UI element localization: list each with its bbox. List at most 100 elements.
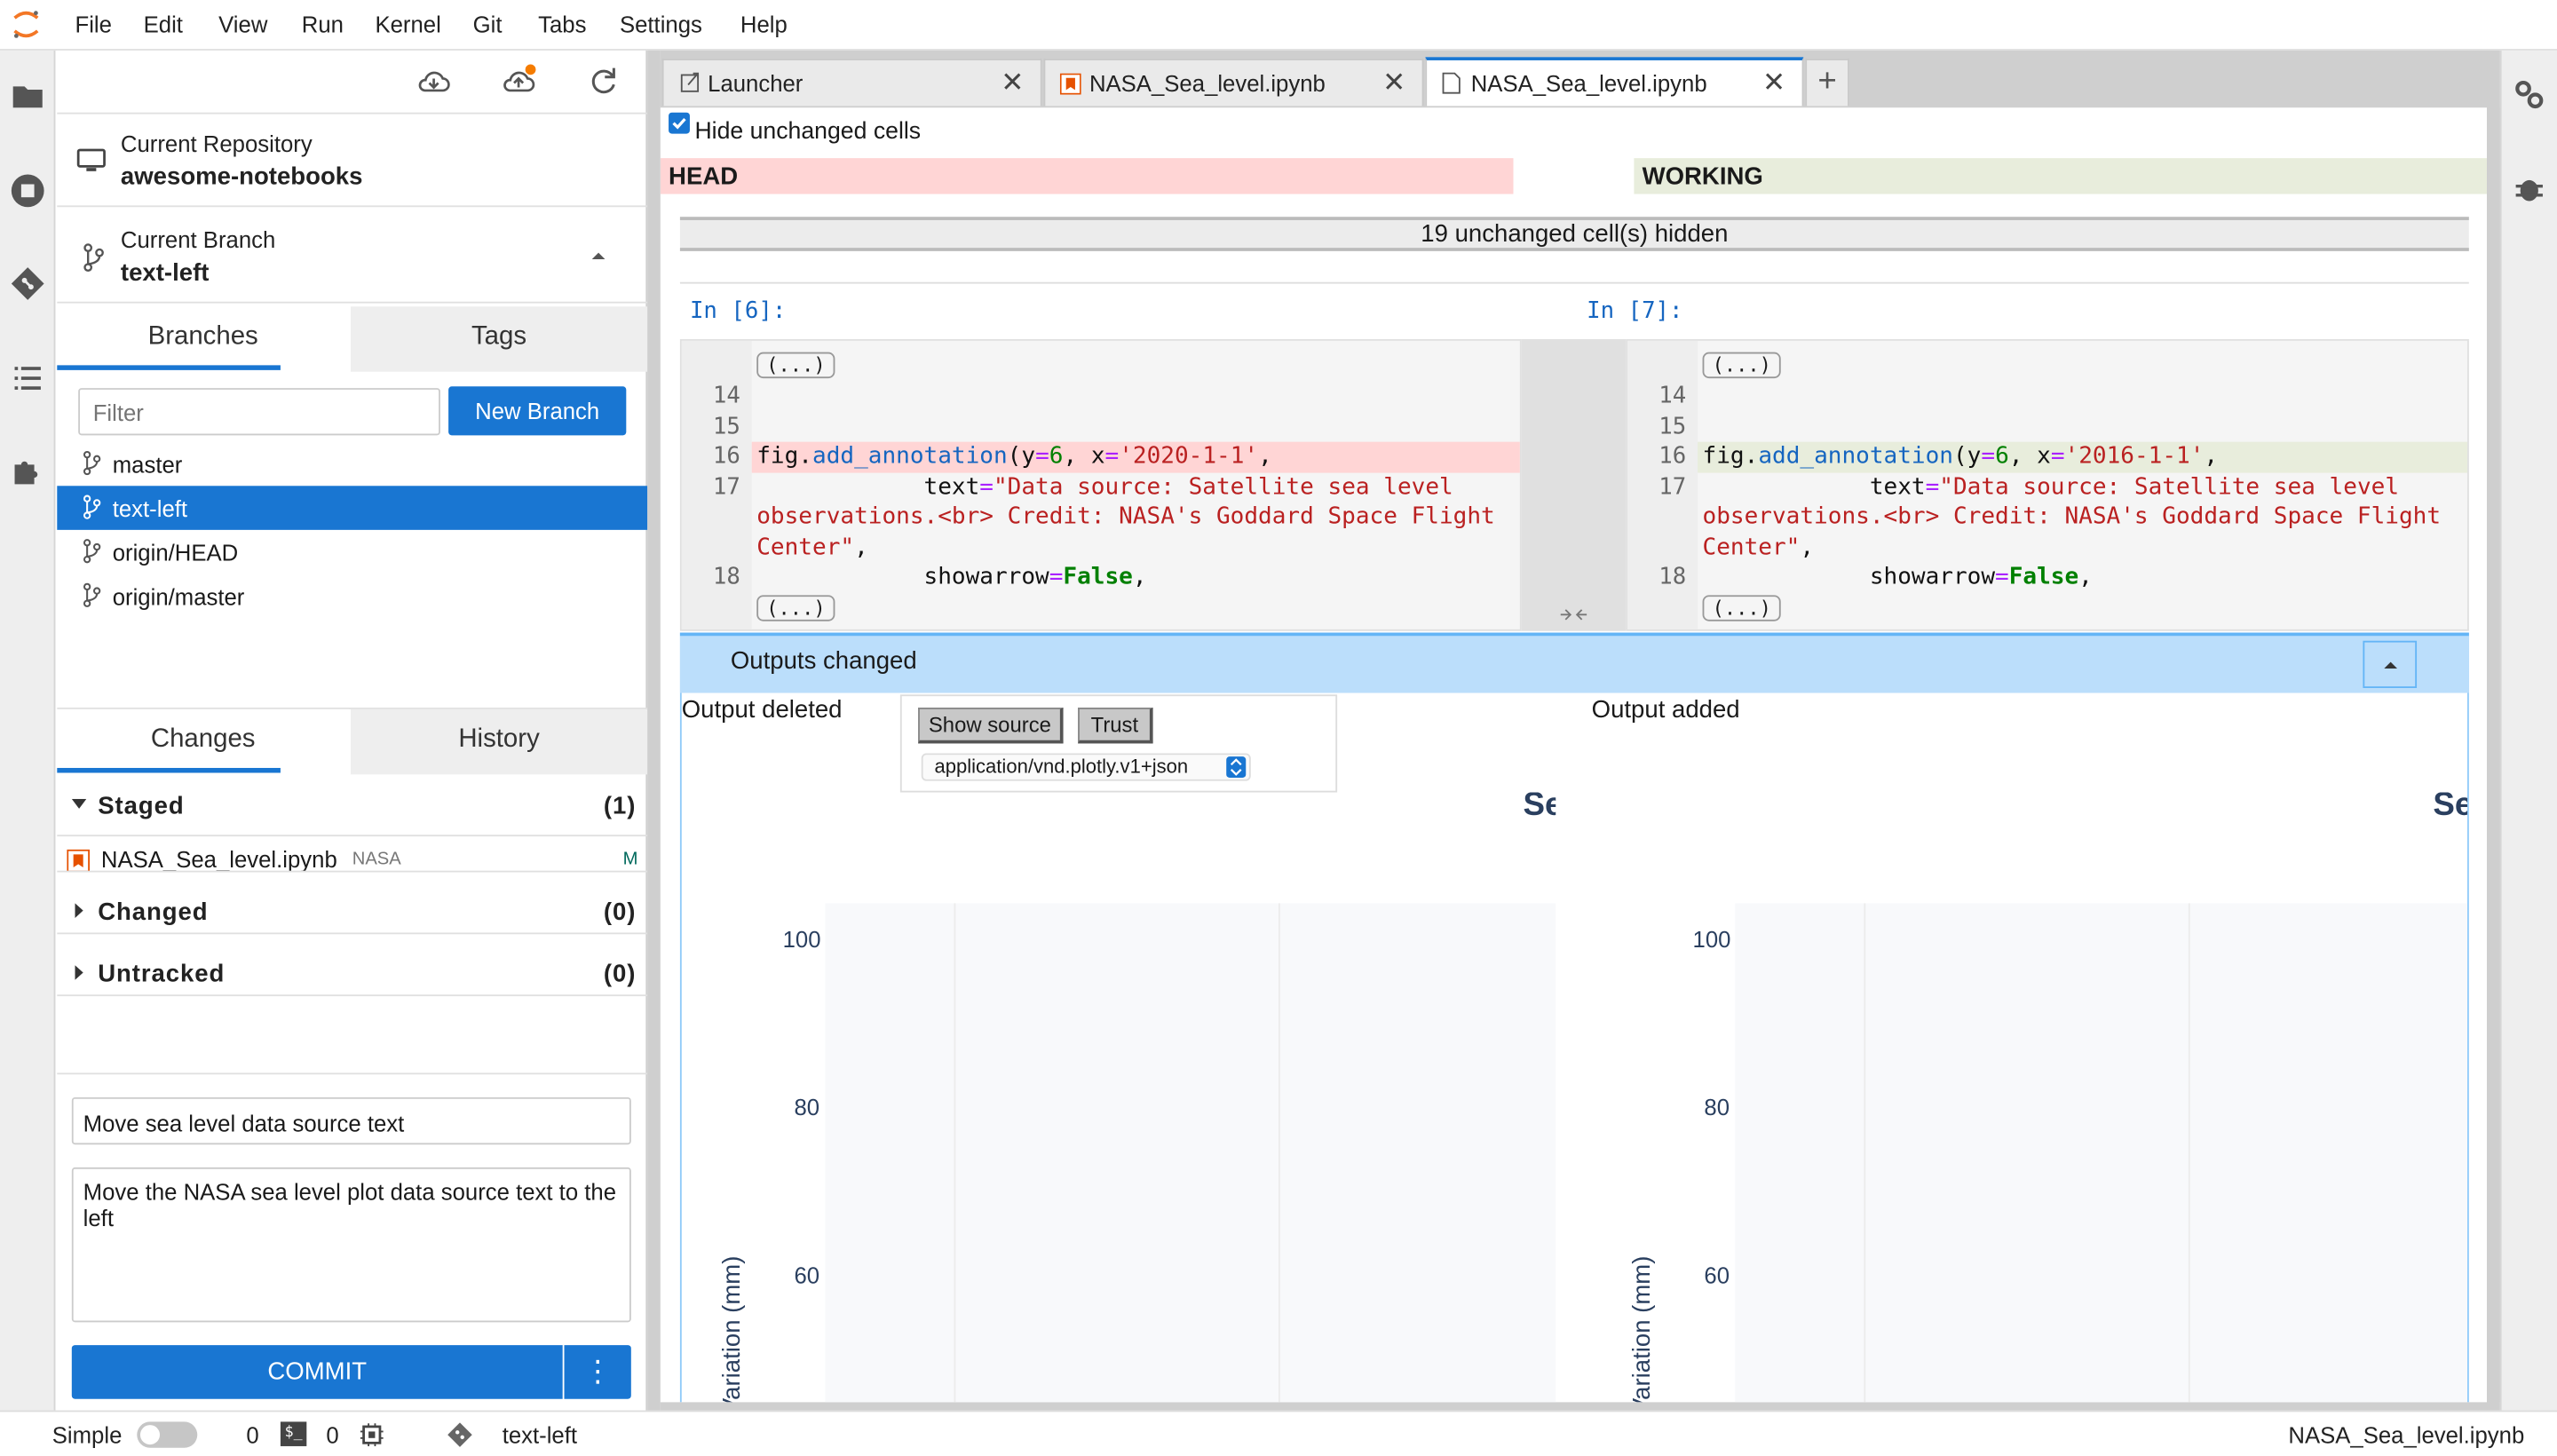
line-number: 18	[1627, 564, 1686, 590]
tab-history[interactable]: History	[351, 709, 647, 774]
active-tab-indicator	[57, 768, 281, 773]
menu-edit[interactable]: Edit	[144, 12, 183, 37]
collapsed-lines-marker[interactable]: (...)	[1703, 595, 1781, 621]
notebook-diff-view: Hide unchanged cells HEAD WORKING 19 unc…	[661, 107, 2487, 1402]
extensions-icon[interactable]	[8, 452, 47, 491]
select-arrows-icon	[1226, 756, 1246, 778]
table-of-contents-icon[interactable]	[8, 359, 47, 398]
deleted-plot: Se 100 80 60 Variation (mm)	[682, 793, 1556, 1403]
staged-file-row[interactable]: NASA_Sea_level.ipynb NASA M	[57, 836, 647, 887]
branch-item[interactable]: origin/HEAD	[57, 530, 647, 574]
git-push-icon[interactable]	[501, 64, 536, 99]
right-sidebar	[2500, 51, 2557, 1411]
menu-kernel[interactable]: Kernel	[375, 12, 440, 37]
output-deleted-label: Output deleted	[682, 696, 843, 724]
status-branch-name[interactable]: text-left	[503, 1421, 577, 1447]
jupyter-logo-icon	[10, 8, 43, 41]
notebook-icon	[1060, 74, 1081, 95]
tab-launcher[interactable]: Launcher ✕	[662, 59, 1042, 106]
code-line-17: text="Data source: Satellite sea level	[756, 473, 1453, 503]
code-line-16: fig.add_annotation(y=6, x='2020-1-1',	[756, 442, 1272, 472]
mime-type-select[interactable]: application/vnd.plotly.v1+json	[922, 753, 1251, 780]
active-tab-indicator	[57, 365, 281, 370]
branch-filter-input[interactable]	[78, 388, 440, 435]
new-branch-button[interactable]: New Branch	[448, 386, 626, 435]
collapsed-lines-marker[interactable]: (...)	[756, 595, 835, 621]
close-icon[interactable]: ✕	[1382, 60, 1405, 106]
diff-merge-gutter	[1522, 339, 1627, 631]
add-tab-button[interactable]: +	[1805, 59, 1849, 106]
mime-type-value: application/vnd.plotly.v1+json	[934, 755, 1188, 778]
menu-tabs[interactable]: Tabs	[538, 12, 586, 37]
branch-item[interactable]: master	[57, 442, 647, 487]
status-filename: NASA_Sea_level.ipynb	[2288, 1421, 2524, 1447]
close-icon[interactable]: ✕	[1762, 60, 1785, 106]
branch-name: text-left	[113, 495, 187, 521]
git-icon[interactable]	[445, 1420, 474, 1450]
commit-button[interactable]: COMMIT	[72, 1345, 563, 1399]
repository-name[interactable]: awesome-notebooks	[121, 163, 363, 191]
scrollbar[interactable]	[2487, 107, 2500, 1402]
tab-notebook[interactable]: NASA_Sea_level.ipynb ✕	[1044, 59, 1424, 106]
show-source-button[interactable]: Show source	[918, 708, 1063, 743]
menu-settings[interactable]: Settings	[620, 12, 702, 37]
hide-unchanged-checkbox[interactable]	[669, 113, 690, 134]
y-tick-label: 60	[1704, 1262, 1730, 1287]
current-branch-name[interactable]: text-left	[121, 259, 209, 287]
staged-file-status: M	[623, 850, 638, 869]
left-code-editor[interactable]: (...) 14 15 16 17 18 fig.add_annotation(…	[680, 339, 1522, 631]
y-tick-label: 100	[1693, 926, 1731, 952]
y-tick-label: 80	[1704, 1094, 1730, 1120]
right-code-editor[interactable]: (...) 14 15 16 17 18 fig.add_annotation(…	[1626, 339, 2469, 631]
running-icon[interactable]	[8, 171, 47, 210]
collapse-outputs-button[interactable]	[2363, 641, 2417, 688]
desktop-icon	[76, 148, 106, 174]
branch-item[interactable]: origin/master	[57, 574, 647, 618]
working-label: WORKING	[1643, 163, 1763, 191]
commit-summary-input[interactable]: Move sea level data source text	[72, 1097, 631, 1144]
terminal-icon[interactable]: $_	[281, 1421, 306, 1446]
commit-options-button[interactable]: ⋮	[565, 1345, 631, 1399]
tab-changes[interactable]: Changes	[57, 709, 349, 774]
tab-label: NASA_Sea_level.ipynb	[1471, 60, 1707, 106]
code-line-18: showarrow=False,	[1703, 563, 2093, 593]
staged-section-header[interactable]: Staged (1)	[57, 774, 647, 835]
menu-run[interactable]: Run	[302, 12, 344, 37]
current-repository-label: Current Repository	[121, 131, 313, 156]
menu-help[interactable]: Help	[740, 12, 788, 37]
refresh-icon[interactable]	[585, 64, 621, 99]
close-icon[interactable]: ✕	[1001, 60, 1024, 106]
outputs-changed-label: Outputs changed	[731, 647, 917, 675]
tab-branches[interactable]: Branches	[57, 306, 349, 371]
unchanged-cells-hidden[interactable]: 19 unchanged cell(s) hidden	[680, 217, 2469, 251]
tab-notebook-diff[interactable]: NASA_Sea_level.ipynb ✕	[1425, 57, 1803, 106]
code-line-17-wrap: observations.<br> Credit: NASA's Goddard…	[1703, 502, 2442, 533]
line-number: 15	[1627, 414, 1686, 439]
branch-item-selected[interactable]: text-left	[57, 486, 647, 530]
kernel-icon[interactable]	[359, 1421, 384, 1447]
y-axis-label: Variation (mm)	[718, 1235, 746, 1402]
line-number: 17	[682, 474, 740, 500]
trust-button[interactable]: Trust	[1078, 708, 1152, 743]
code-line-16: fig.add_annotation(y=6, x='2016-1-1',	[1703, 442, 2219, 472]
merge-arrows-icon[interactable]	[1559, 608, 1588, 621]
panel-splitter[interactable]	[647, 51, 661, 1411]
collapsed-lines-marker[interactable]: (...)	[1703, 352, 1781, 378]
simple-mode-label: Simple	[52, 1421, 123, 1447]
menu-git[interactable]: Git	[473, 12, 503, 37]
git-pull-icon[interactable]	[416, 64, 451, 99]
property-inspector-icon[interactable]	[2512, 76, 2547, 112]
git-icon[interactable]	[8, 265, 47, 304]
folder-icon[interactable]	[8, 76, 47, 115]
commit-description-input[interactable]: Move the NASA sea level plot data source…	[72, 1167, 631, 1322]
simple-mode-toggle[interactable]	[137, 1421, 197, 1447]
menu-file[interactable]: File	[75, 12, 111, 37]
debugger-icon[interactable]	[2512, 171, 2547, 207]
caret-up-icon[interactable]	[590, 249, 606, 263]
menu-view[interactable]: View	[218, 12, 267, 37]
collapsed-lines-marker[interactable]: (...)	[756, 352, 835, 378]
cell-divider	[680, 282, 2469, 284]
left-activity-bar	[0, 51, 55, 1411]
tab-tags[interactable]: Tags	[351, 306, 647, 371]
branch-icon	[82, 243, 105, 273]
